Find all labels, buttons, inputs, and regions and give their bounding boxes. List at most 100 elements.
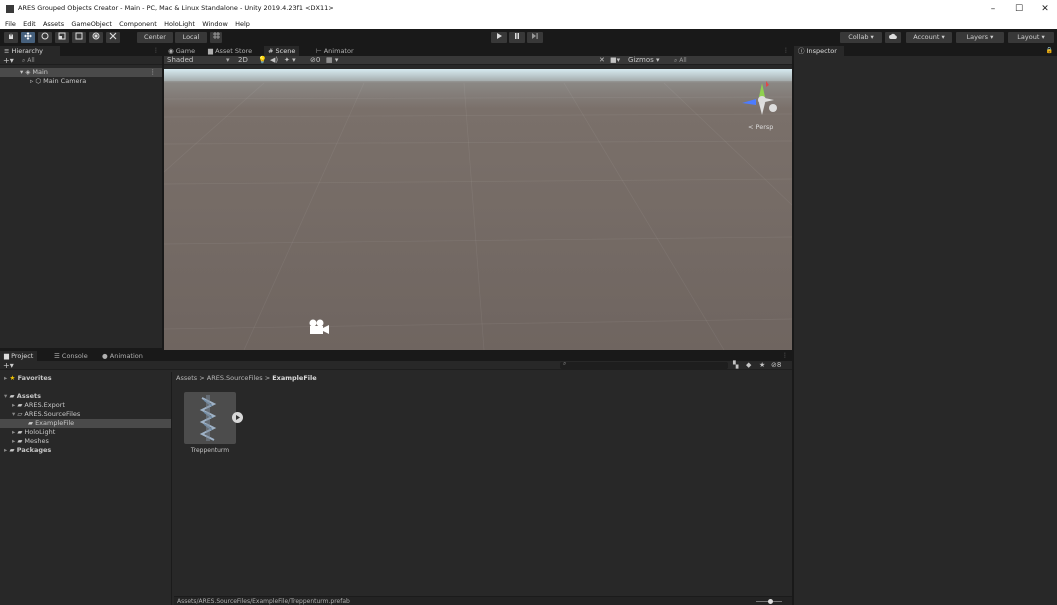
folder-examplefile[interactable]: ▰ ExampleFile — [0, 419, 171, 428]
scene-search[interactable]: ⌕ All — [674, 57, 687, 65]
rect-tool-button[interactable] — [72, 32, 86, 43]
effects-toggle-icon[interactable]: ✦ ▾ — [284, 56, 296, 65]
panel-menu-icon[interactable]: ⋮ — [783, 47, 789, 54]
maximize-button[interactable]: ☐ — [1008, 4, 1030, 14]
main-toolbar: Center Local Collab ▾ Account ▾ Layers ▾… — [0, 29, 1057, 46]
menu-assets[interactable]: Assets — [43, 20, 64, 29]
menu-hololight[interactable]: HoloLight — [164, 20, 195, 29]
lighting-toggle-icon[interactable]: 💡 — [258, 56, 267, 65]
menu-window[interactable]: Window — [202, 20, 228, 29]
tab-hierarchy[interactable]: ≡ Hierarchy — [0, 46, 60, 56]
project-search-input[interactable]: ⌕ — [560, 360, 728, 369]
perspective-label[interactable]: < Persp — [748, 123, 773, 131]
menu-component[interactable]: Component — [119, 20, 157, 29]
pivot-center-toggle[interactable]: Center — [137, 32, 173, 43]
play-icon — [497, 33, 502, 39]
account-dropdown[interactable]: Account ▾ — [906, 32, 952, 43]
panel-menu-icon[interactable]: ⋮ — [153, 47, 159, 54]
tab-game[interactable]: ◉ Game — [164, 46, 199, 56]
transform-tool-button[interactable] — [89, 32, 103, 43]
inspector-tab-label: Inspector — [806, 47, 837, 55]
zoom-slider-thumb[interactable] — [767, 599, 773, 604]
hand-icon — [9, 33, 13, 39]
item-menu-icon[interactable]: ⋮ — [150, 68, 157, 77]
tab-console[interactable]: ☰ Console — [50, 351, 92, 361]
pause-button[interactable] — [509, 32, 525, 43]
hierarchy-panel: ≡ Hierarchy ⋮ +▾ ⌕ All ▾ ◈ Main ⋮ ▹ ⬡ Ma… — [0, 46, 162, 348]
filter-by-label-icon[interactable]: ◆ — [746, 361, 751, 370]
hierarchy-search-placeholder: All — [27, 57, 35, 64]
folder-label: Packages — [16, 446, 52, 454]
hidden-packages-toggle[interactable]: ⊘8 — [771, 361, 781, 370]
close-button[interactable]: ✕ — [1034, 4, 1056, 14]
create-button[interactable]: +▾ — [3, 56, 14, 65]
minimize-button[interactable]: – — [982, 4, 1004, 14]
prefab-expand-button[interactable] — [232, 412, 243, 423]
cloud-button[interactable] — [885, 32, 901, 43]
gizmos-dropdown[interactable]: Gizmos ▾ — [628, 56, 660, 65]
scene-tools-icon[interactable]: ✕ — [599, 56, 605, 65]
tools-icon — [109, 32, 117, 40]
menu-edit[interactable]: Edit — [23, 20, 36, 29]
folder-hololight[interactable]: ▸ ▰ HoloLight — [0, 428, 171, 437]
tab-animation[interactable]: ● Animation — [98, 351, 147, 361]
tab-inspector[interactable]: ⓘ Inspector — [794, 46, 844, 56]
tab-project-label: Project — [11, 352, 34, 360]
2d-toggle[interactable]: 2D — [238, 56, 248, 65]
tab-animator[interactable]: ⊢ Animator — [312, 46, 358, 56]
tab-project[interactable]: ▆ Project — [0, 351, 38, 361]
collab-dropdown[interactable]: Collab ▾ — [840, 32, 882, 43]
panel-menu-icon[interactable]: ⋮ — [782, 352, 788, 359]
camera-settings-icon[interactable]: ■▾ — [610, 56, 620, 65]
folder-meshes[interactable]: ▸ ▰ Meshes — [0, 437, 171, 446]
breadcrumb-examplefile[interactable]: ExampleFile — [272, 374, 316, 382]
hierarchy-search[interactable]: ⌕ All — [22, 57, 35, 65]
project-create-button[interactable]: +▾ — [3, 361, 14, 370]
inspector-panel: ⓘ Inspector 🔒 — [794, 46, 1057, 605]
breadcrumb-separator: > — [199, 374, 205, 382]
folder-label: ARES.Export — [24, 401, 65, 409]
hand-tool-button[interactable] — [4, 32, 18, 43]
shading-mode-dropdown[interactable]: Shaded — [167, 56, 193, 65]
scale-tool-button[interactable] — [55, 32, 69, 43]
menu-gameobject[interactable]: GameObject — [71, 20, 112, 29]
pivot-local-toggle[interactable]: Local — [175, 32, 207, 43]
favorite-star-icon[interactable]: ★ — [759, 361, 765, 370]
hierarchy-item-main[interactable]: ▾ ◈ Main ⋮ — [0, 68, 162, 77]
layout-dropdown[interactable]: Layout ▾ — [1008, 32, 1054, 43]
folder-ares-sourcefiles[interactable]: ▾ ▱ ARES.SourceFiles — [0, 410, 171, 419]
tab-scene[interactable]: # Scene — [264, 46, 300, 56]
folder-packages[interactable]: ▸ ▰ Packages — [0, 446, 171, 455]
scene-search-placeholder: All — [679, 57, 687, 64]
menu-help[interactable]: Help — [235, 20, 250, 29]
zoom-slider[interactable] — [756, 599, 782, 604]
grid-toggle-icon[interactable]: ▦ ▾ — [326, 56, 338, 65]
breadcrumb-assets[interactable]: Assets — [176, 374, 197, 382]
camera-gizmo-icon[interactable] — [307, 318, 331, 336]
step-button[interactable] — [527, 32, 543, 43]
pivot-local-label: Local — [182, 33, 200, 41]
tab-console-label: Console — [61, 352, 88, 360]
menu-file[interactable]: File — [5, 20, 16, 29]
breadcrumb-ares-sourcefiles[interactable]: ARES.SourceFiles — [207, 374, 263, 382]
layers-dropdown[interactable]: Layers ▾ — [956, 32, 1004, 43]
custom-tool-button[interactable] — [106, 32, 120, 43]
hidden-objects-toggle[interactable]: ⊘0 — [310, 56, 320, 65]
audio-toggle-icon[interactable]: ◀) — [270, 56, 278, 65]
folder-icon: ▰ — [9, 446, 15, 454]
tab-asset-store[interactable]: ▆ Asset Store — [204, 46, 256, 56]
account-label: Account — [913, 33, 940, 41]
rotate-tool-button[interactable] — [38, 32, 52, 43]
grid-snap-button[interactable] — [210, 32, 222, 43]
orientation-gizmo-icon[interactable] — [736, 77, 782, 123]
favorites-item[interactable]: ▸ ★ Favorites — [0, 374, 171, 383]
filter-by-type-icon[interactable]: ▚ — [733, 361, 738, 370]
hierarchy-item-main-camera[interactable]: ▹ ⬡ Main Camera — [0, 77, 162, 86]
lock-icon[interactable]: 🔒 — [1046, 47, 1053, 54]
play-button[interactable] — [491, 32, 507, 43]
asset-tile-treppenturm[interactable] — [184, 392, 243, 444]
folder-assets[interactable]: ▾ ▰ Assets — [0, 392, 171, 401]
move-tool-button[interactable] — [21, 32, 35, 43]
scene-viewport[interactable]: < Persp — [164, 69, 792, 350]
folder-ares-export[interactable]: ▸ ▰ ARES.Export — [0, 401, 171, 410]
